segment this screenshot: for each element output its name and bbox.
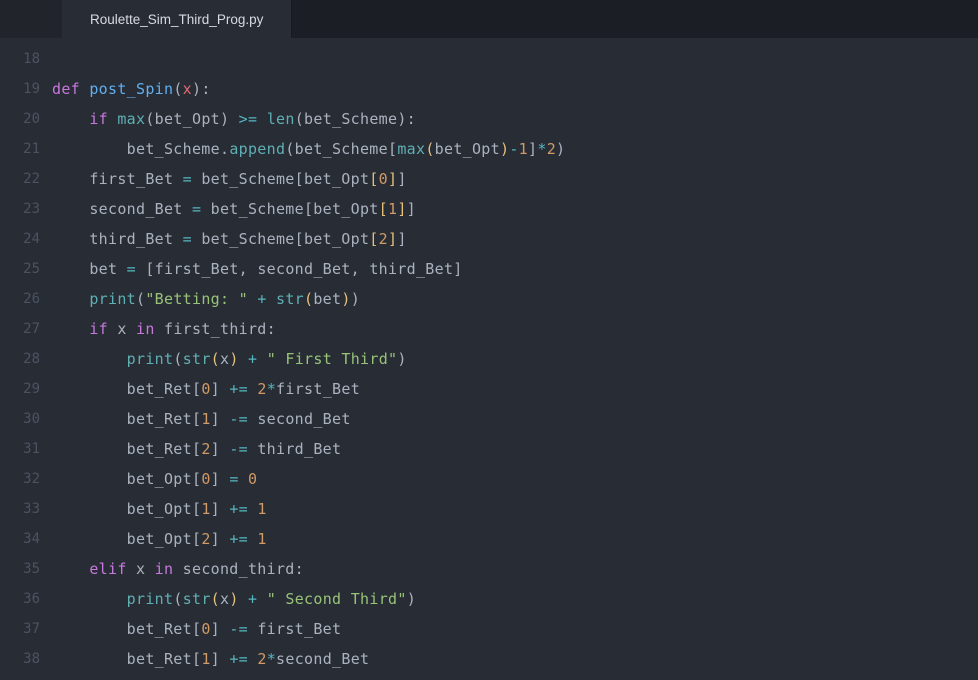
line-number-gutter: 1819202122232425262728293031323334353637…	[0, 44, 52, 674]
code-line[interactable]: bet_Ret[0] -= first_Bet	[52, 614, 978, 644]
code-line[interactable]: if x in first_third:	[52, 314, 978, 344]
line-number: 26	[0, 284, 40, 314]
tab-gutter-spacer	[0, 0, 62, 38]
line-number: 21	[0, 134, 40, 164]
line-number: 18	[0, 44, 40, 74]
code-line[interactable]: bet_Ret[1] += 2*second_Bet	[52, 644, 978, 674]
code-line[interactable]: third_Bet = bet_Scheme[bet_Opt[2]]	[52, 224, 978, 254]
line-number: 31	[0, 434, 40, 464]
code-line[interactable]: def post_Spin(x):	[52, 74, 978, 104]
code-line[interactable]: bet_Opt[1] += 1	[52, 494, 978, 524]
code-line[interactable]: bet_Ret[1] -= second_Bet	[52, 404, 978, 434]
tab-active-file[interactable]: Roulette_Sim_Third_Prog.py	[62, 0, 291, 38]
line-number: 34	[0, 524, 40, 554]
line-number: 36	[0, 584, 40, 614]
code-line[interactable]: bet = [first_Bet, second_Bet, third_Bet]	[52, 254, 978, 284]
line-number: 28	[0, 344, 40, 374]
code-line[interactable]: bet_Ret[2] -= third_Bet	[52, 434, 978, 464]
line-number: 22	[0, 164, 40, 194]
code-line[interactable]: bet_Opt[0] = 0	[52, 464, 978, 494]
line-number: 38	[0, 644, 40, 674]
code-line[interactable]: print(str(x) + " Second Third")	[52, 584, 978, 614]
code-line[interactable]: second_Bet = bet_Scheme[bet_Opt[1]]	[52, 194, 978, 224]
line-number: 24	[0, 224, 40, 254]
tab-bar-remainder	[291, 0, 978, 38]
line-number: 25	[0, 254, 40, 284]
line-number: 33	[0, 494, 40, 524]
code-line[interactable]	[52, 44, 978, 74]
tab-filename: Roulette_Sim_Third_Prog.py	[90, 12, 263, 27]
code-line[interactable]: print("Betting: " + str(bet))	[52, 284, 978, 314]
code-line[interactable]: first_Bet = bet_Scheme[bet_Opt[0]]	[52, 164, 978, 194]
line-number: 23	[0, 194, 40, 224]
line-number: 29	[0, 374, 40, 404]
line-number: 32	[0, 464, 40, 494]
line-number: 19	[0, 74, 40, 104]
line-number: 35	[0, 554, 40, 584]
code-line[interactable]: elif x in second_third:	[52, 554, 978, 584]
code-editor[interactable]: 1819202122232425262728293031323334353637…	[0, 38, 978, 674]
tab-bar: Roulette_Sim_Third_Prog.py	[0, 0, 978, 38]
code-area[interactable]: def post_Spin(x): if max(bet_Opt) >= len…	[52, 44, 978, 674]
code-line[interactable]: bet_Scheme.append(bet_Scheme[max(bet_Opt…	[52, 134, 978, 164]
line-number: 30	[0, 404, 40, 434]
line-number: 37	[0, 614, 40, 644]
code-line[interactable]: bet_Opt[2] += 1	[52, 524, 978, 554]
code-line[interactable]: bet_Ret[0] += 2*first_Bet	[52, 374, 978, 404]
line-number: 27	[0, 314, 40, 344]
code-line[interactable]: print(str(x) + " First Third")	[52, 344, 978, 374]
line-number: 20	[0, 104, 40, 134]
code-line[interactable]: if max(bet_Opt) >= len(bet_Scheme):	[52, 104, 978, 134]
